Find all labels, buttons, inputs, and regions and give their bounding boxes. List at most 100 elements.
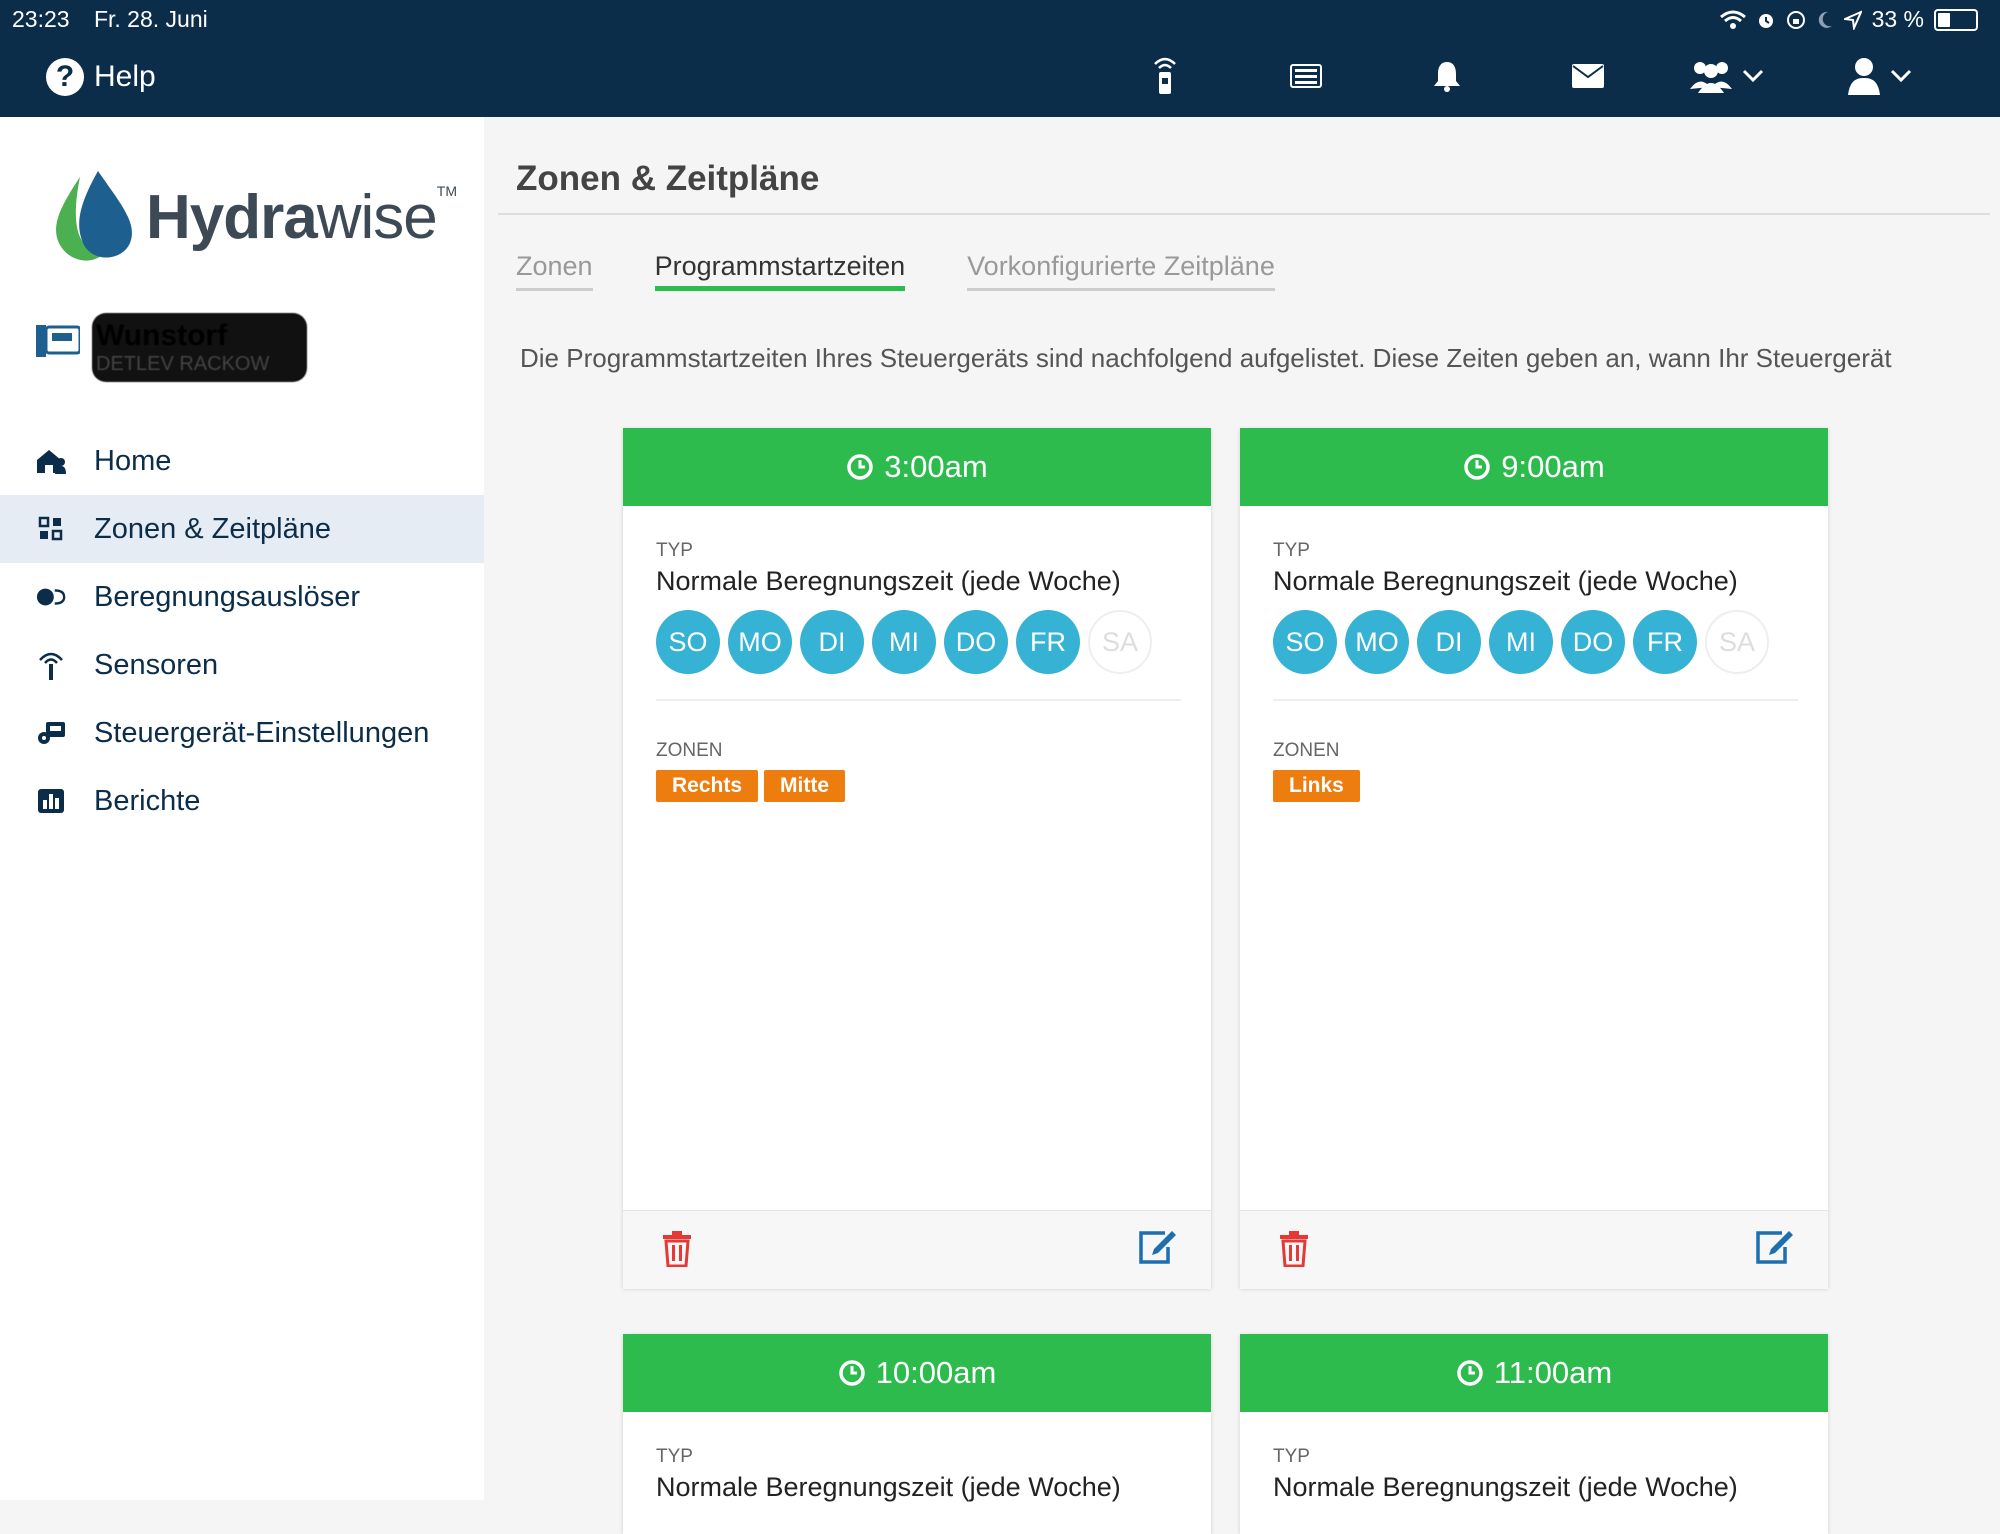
controller-icon [36,325,80,357]
clock-icon [1464,454,1491,480]
status-time: 23:23 [12,6,70,32]
sidebar-item-label: Sensoren [94,648,219,681]
title-divider [498,213,1990,215]
card-header: 3:00am [623,428,1211,506]
help-link[interactable]: ? Help [46,58,156,96]
top-bar: 23:23 Fr. 28. Juni 33 % ? Help [0,0,2000,117]
sidebar: Hydrawise TM Wunstorf DETLEV RACKOW Home… [0,117,484,1500]
tab-program-start-times[interactable]: Programmstartzeiten [654,251,906,291]
customers-menu-button[interactable] [1690,56,1764,96]
grid-icon [38,516,63,541]
controller-name-block: Wunstorf DETLEV RACKOW [92,313,308,382]
sidebar-item-label: Zonen & Zeitpläne [94,512,331,545]
sidebar-item-label: Home [94,444,172,477]
wifi-icon [1719,10,1746,29]
type-label: TYP [1273,540,1310,561]
day-wednesday: MI [1489,610,1553,674]
battery-percent: 33 % [1871,6,1924,32]
day-thursday: DO [944,610,1008,674]
type-label: TYP [656,1446,693,1467]
start-time-card: 10:00am TYP Normale Beregnungszeit (jede… [623,1334,1211,1534]
user-icon [1848,58,1880,95]
zone-tags: Links [1273,770,1360,802]
day-friday: FR [1016,610,1080,674]
day-tuesday: DI [800,610,864,674]
sidebar-item-label: Berichte [94,784,201,817]
clock-icon [1457,1360,1483,1386]
day-tuesday: DI [1417,610,1481,674]
bell-icon [1434,62,1460,92]
divider [1273,699,1798,701]
chevron-down-icon [1890,69,1912,83]
card-footer [1240,1210,1828,1289]
type-value: Normale Beregnungszeit (jede Woche) [656,1472,1121,1502]
zone-tag[interactable]: Rechts [656,770,759,802]
trash-icon[interactable] [1278,1231,1310,1267]
moon-icon [1818,11,1832,28]
day-thursday: DO [1561,610,1625,674]
status-bar-left: 23:23 Fr. 28. Juni [12,6,226,33]
location-icon [1843,9,1862,30]
edit-icon[interactable] [1137,1229,1177,1265]
start-time: 3:00am [884,449,988,484]
antenna-icon [39,652,63,680]
tab-preconfigured-schedules[interactable]: Vorkonfigurierte Zeitpläne [967,251,1275,291]
card-header: 9:00am [1240,428,1828,506]
sidebar-item-controller-settings[interactable]: Steuergerät-Einstellungen [0,699,484,767]
envelope-icon [1572,64,1604,88]
help-label: Help [94,60,156,93]
day-saturday: SA [1705,610,1769,674]
zone-tag[interactable]: Mitte [764,770,846,802]
page-title: Zonen & Zeitpläne [516,159,820,198]
messages-button[interactable] [1572,56,1604,96]
sidebar-item-home[interactable]: Home [0,427,484,495]
trash-icon[interactable] [661,1231,693,1267]
card-header: 10:00am [623,1334,1211,1412]
toggle-icon [36,588,66,606]
card-header: 11:00am [1240,1334,1828,1412]
notifications-button[interactable] [1432,56,1462,96]
bar-chart-icon [38,789,64,813]
weekday-list: SO MO DI MI DO FR SA [1273,610,1769,674]
page-description: Die Programmstartzeiten Ihres Steuergerä… [520,343,1892,373]
day-sunday: SO [656,610,720,674]
sidebar-item-sensors[interactable]: Sensoren [0,631,484,699]
list-view-button[interactable] [1290,56,1322,96]
start-time: 9:00am [1501,449,1605,484]
zone-tag[interactable]: Links [1273,770,1360,802]
logo-text: Hydrawise [146,182,438,252]
sidebar-item-reports[interactable]: Berichte [0,767,484,835]
edit-icon[interactable] [1754,1229,1794,1265]
divider [656,699,1181,701]
tab-zones[interactable]: Zonen [516,251,593,291]
weekday-list: SO MO DI MI DO FR SA [656,610,1152,674]
type-label: TYP [656,540,693,561]
day-monday: MO [1345,610,1409,674]
hydrawise-logo[interactable]: Hydrawise TM [50,167,457,267]
users-icon [1690,62,1732,93]
account-menu-button[interactable] [1848,56,1912,96]
sidebar-item-zones-schedules[interactable]: Zonen & Zeitpläne [0,495,484,563]
start-time-card: 9:00am TYP Normale Beregnungszeit (jede … [1240,428,1828,1289]
orientation-lock-icon [1786,10,1805,29]
zone-tags: Rechts Mitte [656,770,846,802]
remote-icon [1154,57,1176,94]
tab-bar: Zonen Programmstartzeiten Vorkonfigurier… [516,251,1275,291]
help-icon: ? [46,58,84,96]
list-icon [1290,64,1322,88]
sidebar-item-label: Steuergerät-Einstellungen [94,716,430,749]
day-friday: FR [1633,610,1697,674]
water-drop-icon [56,171,132,261]
remote-button[interactable] [1152,56,1178,96]
type-label: TYP [1273,1446,1310,1467]
day-sunday: SO [1273,610,1337,674]
sidebar-item-label: Beregnungsauslöser [94,580,361,613]
controller-settings-icon [38,722,65,744]
start-time-card: 3:00am TYP Normale Beregnungszeit (jede … [623,428,1211,1289]
sidebar-item-triggers[interactable]: Beregnungsauslöser [0,563,484,631]
status-bar-right: 33 % [1719,6,1978,33]
zones-label: ZONEN [1273,740,1340,761]
home-icon [37,450,66,474]
chevron-down-icon [1742,69,1764,83]
controller-selector[interactable]: Wunstorf DETLEV RACKOW [36,313,308,382]
